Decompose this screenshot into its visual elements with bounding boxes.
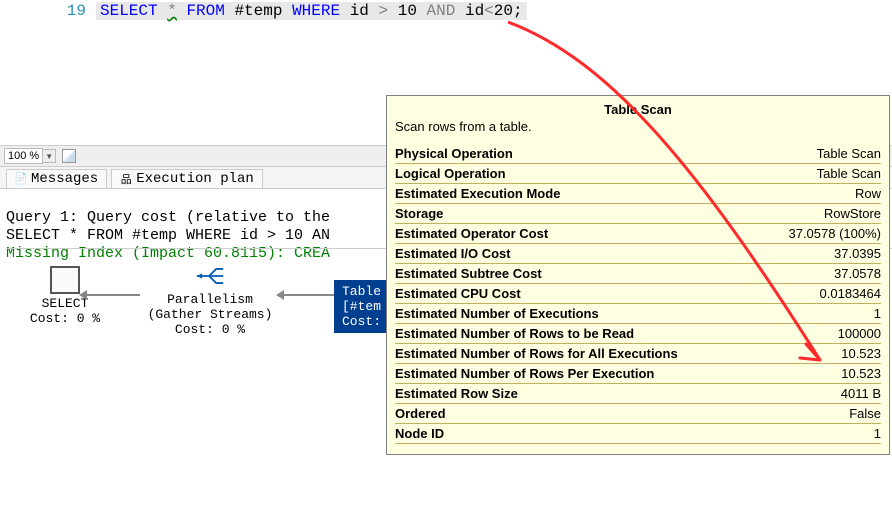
parallelism-icon [195,262,225,290]
tab-messages-label: Messages [31,171,98,187]
op-star: * [167,2,177,20]
tooltip-row: Estimated Number of Executions 1 [395,304,881,324]
tooltip-row: Estimated Number of Rows to be Read 10000… [395,324,881,344]
node-label: Parallelism [135,292,285,307]
tooltip-key: Estimated Number of Rows for All Executi… [395,345,678,362]
tooltip-value: 10.523 [841,345,881,362]
tooltip-row: Estimated Row Size 4011 B [395,384,881,404]
tooltip-key: Storage [395,205,443,222]
tooltip-row: Storage RowStore [395,204,881,224]
node-label: Table [340,284,383,299]
tooltip-row: Node ID 1 [395,424,881,444]
col-id2: id [465,2,484,20]
tooltip-value: 1 [874,425,881,442]
lit-10: 10 [398,2,417,20]
kw-from: FROM [186,2,224,20]
query-header-line: Query 1: Query cost (relative to the [6,209,339,226]
plan-arrow-head [276,290,284,300]
line-number: 19 [0,2,96,20]
lit-20: 20 [494,2,513,20]
plan-node-select[interactable]: SELECT Cost: 0 % [0,266,140,326]
tooltip-value: 10.523 [841,365,881,382]
plan-arrow [85,294,140,296]
tooltip-row: Estimated Operator Cost 37.0578 (100%) [395,224,881,244]
tooltip-key: Node ID [395,425,444,442]
tooltip-key: Estimated I/O Cost [395,245,511,262]
query-sql-line: SELECT * FROM #temp WHERE id > 10 AN [6,227,330,244]
tbl-name: #temp [234,2,282,20]
node-sublabel: [#tem [340,299,383,314]
tooltip-key: Estimated Subtree Cost [395,265,542,282]
tooltip-key: Estimated Operator Cost [395,225,548,242]
tooltip-row: Estimated Subtree Cost 37.0578 [395,264,881,284]
tooltip-value: 37.0395 [834,245,881,262]
node-cost: Cost: 0 % [0,311,140,326]
tooltip-key: Estimated CPU Cost [395,285,521,302]
kw-select: SELECT [100,2,158,20]
tooltip-value: Table Scan [817,165,881,182]
toolbar-icon[interactable] [62,149,76,163]
tooltip-value: 0.0183464 [820,285,881,302]
tooltip-value: Row [855,185,881,202]
op-lt: < [484,2,494,20]
zoom-select[interactable]: 100 % [4,148,43,164]
tooltip-key: Physical Operation [395,145,513,162]
tooltip-row: Estimated I/O Cost 37.0395 [395,244,881,264]
tooltip-value: 37.0578 [834,265,881,282]
tab-messages[interactable]: 📄 Messages [6,169,107,188]
plan-icon: 品 [120,173,132,185]
tab-plan-label: Execution plan [136,171,254,187]
tooltip-value: 37.0578 (100%) [788,225,881,242]
tooltip-value: 1 [874,305,881,322]
plan-node-table-scan[interactable]: Table [#tem Cost: [334,280,389,333]
messages-icon: 📄 [15,173,27,185]
tab-execution-plan[interactable]: 品 Execution plan [111,169,263,188]
kw-and: AND [427,2,456,20]
tooltip-value: 4011 B [841,385,881,402]
tooltip-value: Table Scan [817,145,881,162]
tooltip-row: Estimated CPU Cost 0.0183464 [395,284,881,304]
tooltip-key: Estimated Number of Rows to be Read [395,325,634,342]
sql-code[interactable]: SELECT * FROM #temp WHERE id > 10 AND id… [96,2,527,20]
col-id: id [350,2,369,20]
select-icon [50,266,80,294]
tooltip-row: Ordered False [395,404,881,424]
tooltip-row: Estimated Execution Mode Row [395,184,881,204]
tooltip-value: 100000 [838,325,881,342]
plan-tooltip: Table Scan Scan rows from a table. Physi… [386,95,890,455]
tooltip-key: Estimated Number of Executions [395,305,599,322]
node-cost: Cost: 0 % [135,322,285,337]
tooltip-row: Estimated Number of Rows for All Executi… [395,344,881,364]
tooltip-key: Ordered [395,405,446,422]
plan-node-parallelism[interactable]: Parallelism (Gather Streams) Cost: 0 % [135,262,285,337]
plan-arrow-head [79,290,87,300]
kw-where: WHERE [292,2,340,20]
tooltip-row: Physical Operation Table Scan [395,144,881,164]
tooltip-key: Estimated Row Size [395,385,518,402]
node-label: SELECT [0,296,140,311]
tooltip-key: Logical Operation [395,165,506,182]
node-cost: Cost: [340,314,383,329]
tooltip-row: Estimated Number of Rows Per Execution 10… [395,364,881,384]
zoom-value: 100 % [8,150,39,162]
tooltip-key: Estimated Execution Mode [395,185,560,202]
plan-arrow [282,294,334,296]
zoom-dropdown-caret[interactable]: ▼ [43,149,56,163]
semi: ; [513,2,523,20]
node-sublabel: (Gather Streams) [135,307,285,322]
tooltip-key: Estimated Number of Rows Per Execution [395,365,654,382]
tooltip-row: Logical Operation Table Scan [395,164,881,184]
tooltip-value: RowStore [824,205,881,222]
tooltip-title: Table Scan [395,102,881,117]
tooltip-description: Scan rows from a table. [395,119,881,134]
editor-line: 19 SELECT * FROM #temp WHERE id > 10 AND… [0,0,892,20]
tooltip-properties: Physical OperationTable ScanLogical Oper… [395,144,881,444]
tooltip-value: False [849,405,881,422]
op-gt: > [379,2,389,20]
